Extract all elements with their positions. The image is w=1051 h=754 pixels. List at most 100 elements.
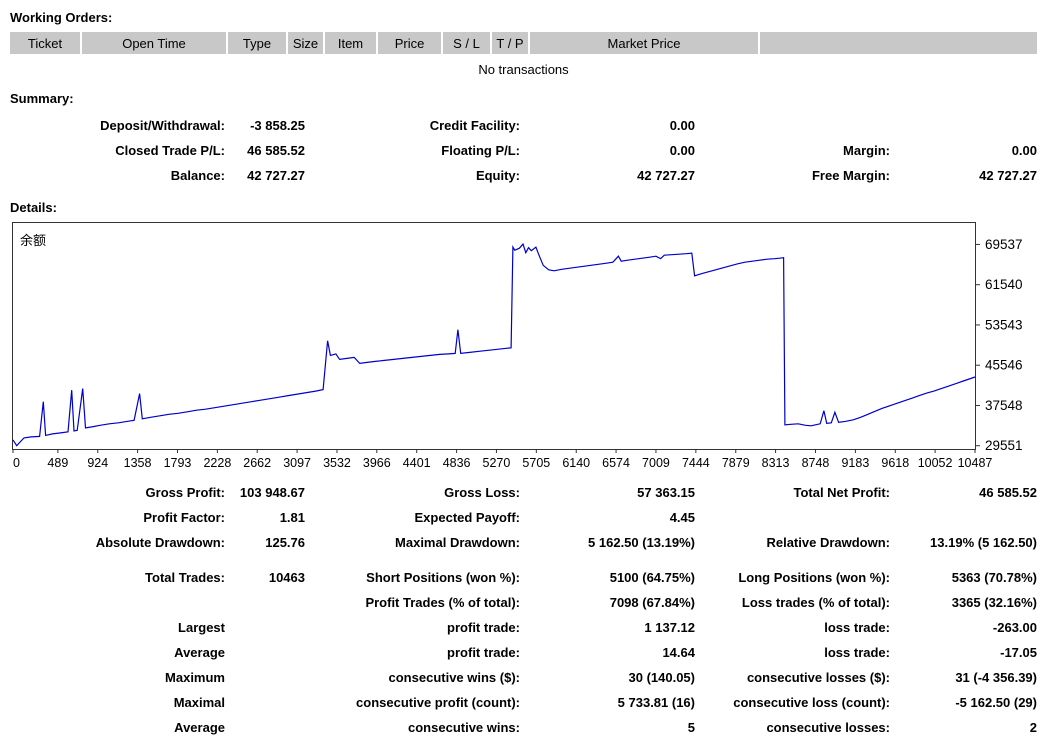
stat-row: Largestprofit trade:1 137.12loss trade:-… [10,615,1037,640]
stat-row: Averageprofit trade:14.64loss trade:-17.… [10,640,1037,665]
stat-label: consecutive profit (count): [305,695,520,710]
chart-series-label: 余额 [20,230,46,249]
summary-value: 46 585.52 [225,143,305,158]
stat-label: Short Positions (won %): [305,570,520,585]
wo-column-open-time: Open Time [82,32,228,54]
x-tick-label: 8748 [802,456,830,470]
summary-label: Floating P/L: [305,143,520,158]
x-tick-label: 3532 [323,456,351,470]
summary-value: 0.00 [520,118,695,133]
stat-row: Gross Profit:103 948.67Gross Loss:57 363… [10,480,1037,505]
stat-row: Absolute Drawdown:125.76Maximal Drawdown… [10,530,1037,555]
stat-value: 10463 [225,570,305,585]
x-tick-label: 6140 [562,456,590,470]
chart-plot-border [13,223,976,450]
summary-value: 42 727.27 [890,168,1037,183]
x-tick-label: 924 [87,456,108,470]
summary-value: -3 858.25 [225,118,305,133]
stat-value: 1.81 [225,510,305,525]
wo-column-item: Item [325,32,378,54]
stat-value: 5 [520,720,695,735]
x-tick-label: 2228 [203,456,231,470]
wo-column-market-price: Market Price [530,32,760,54]
y-tick-label: 29551 [985,438,1023,453]
stat-label: profit trade: [305,645,520,660]
statement-report: Working Orders: TicketOpen TimeTypeSizeI… [0,0,1051,754]
summary-label: Closed Trade P/L: [10,143,225,158]
summary-value: 0.00 [890,143,1037,158]
stat-label: Profit Trades (% of total): [305,595,520,610]
stat-label: Average [10,720,225,735]
stat-value: 5363 (70.78%) [890,570,1037,585]
stat-label: Gross Loss: [305,485,520,500]
stat-label: Maximum [10,670,225,685]
balance-chart: 2955137548455465354361540695370489924135… [10,222,1041,474]
x-tick-label: 2662 [243,456,271,470]
x-tick-label: 9183 [841,456,869,470]
stat-value: 4.45 [520,510,695,525]
stat-label: Loss trades (% of total): [695,595,890,610]
x-tick-label: 10487 [958,456,993,470]
summary-label: Credit Facility: [305,118,520,133]
stat-row: Maximalconsecutive profit (count):5 733.… [10,690,1037,715]
stat-label: profit trade: [305,620,520,635]
stat-value: 7098 (67.84%) [520,595,695,610]
summary-value: 42 727.27 [520,168,695,183]
x-tick-label: 3966 [363,456,391,470]
stat-label: Expected Payoff: [305,510,520,525]
stat-label: Relative Drawdown: [695,535,890,550]
stat-value: 5 162.50 (13.19%) [520,535,695,550]
stat-label: Total Net Profit: [695,485,890,500]
stat-label: Absolute Drawdown: [10,535,225,550]
x-tick-label: 5270 [483,456,511,470]
wo-column-ticket: Ticket [10,32,82,54]
wo-column-type: Type [228,32,288,54]
y-tick-label: 69537 [985,237,1023,252]
stat-row: Maximumconsecutive wins ($):30 (140.05)c… [10,665,1037,690]
summary-value: 42 727.27 [225,168,305,183]
x-tick-label: 3097 [283,456,311,470]
stat-label: consecutive loss (count): [695,695,890,710]
summary-table: Deposit/Withdrawal:-3 858.25Credit Facil… [10,113,1037,188]
statistics-table: Gross Profit:103 948.67Gross Loss:57 363… [10,480,1037,740]
stat-row: Profit Factor:1.81Expected Payoff:4.45 [10,505,1037,530]
wo-column-s-l: S / L [443,32,492,54]
stat-label: consecutive losses: [695,720,890,735]
stat-value: 13.19% (5 162.50) [890,535,1037,550]
y-tick-label: 45546 [985,358,1023,373]
summary-row: Deposit/Withdrawal:-3 858.25Credit Facil… [10,113,1037,138]
summary-label: Margin: [695,143,890,158]
x-tick-label: 0 [13,456,20,470]
stat-row: Profit Trades (% of total):7098 (67.84%)… [10,590,1037,615]
stat-label: consecutive wins ($): [305,670,520,685]
stat-label: loss trade: [695,645,890,660]
balance-chart-svg: 2955137548455465354361540695370489924135… [10,222,1041,474]
stat-value: 5 733.81 (16) [520,695,695,710]
x-tick-label: 1793 [164,456,192,470]
y-tick-label: 37548 [985,398,1023,413]
summary-value: 0.00 [520,143,695,158]
stat-label: Maximal Drawdown: [305,535,520,550]
wo-column-price: Price [378,32,443,54]
stat-value: 30 (140.05) [520,670,695,685]
stat-row: Averageconsecutive wins:5consecutive los… [10,715,1037,740]
working-orders-header-row: TicketOpen TimeTypeSizeItemPriceS / LT /… [10,32,1037,54]
stat-label: Average [10,645,225,660]
stat-value: 103 948.67 [225,485,305,500]
stat-value: -17.05 [890,645,1037,660]
x-tick-label: 4836 [443,456,471,470]
stat-value: 57 363.15 [520,485,695,500]
summary-label: Free Margin: [695,168,890,183]
stat-row: Total Trades:10463Short Positions (won %… [10,565,1037,590]
x-tick-label: 7009 [642,456,670,470]
stat-value: -5 162.50 (29) [890,695,1037,710]
stat-label: Gross Profit: [10,485,225,500]
x-tick-label: 10052 [918,456,953,470]
stat-label: Largest [10,620,225,635]
stat-label: Total Trades: [10,570,225,585]
details-title: Details: [10,200,1037,215]
summary-label: Deposit/Withdrawal: [10,118,225,133]
x-tick-label: 9618 [881,456,909,470]
x-tick-label: 8313 [762,456,790,470]
x-tick-label: 5705 [522,456,550,470]
